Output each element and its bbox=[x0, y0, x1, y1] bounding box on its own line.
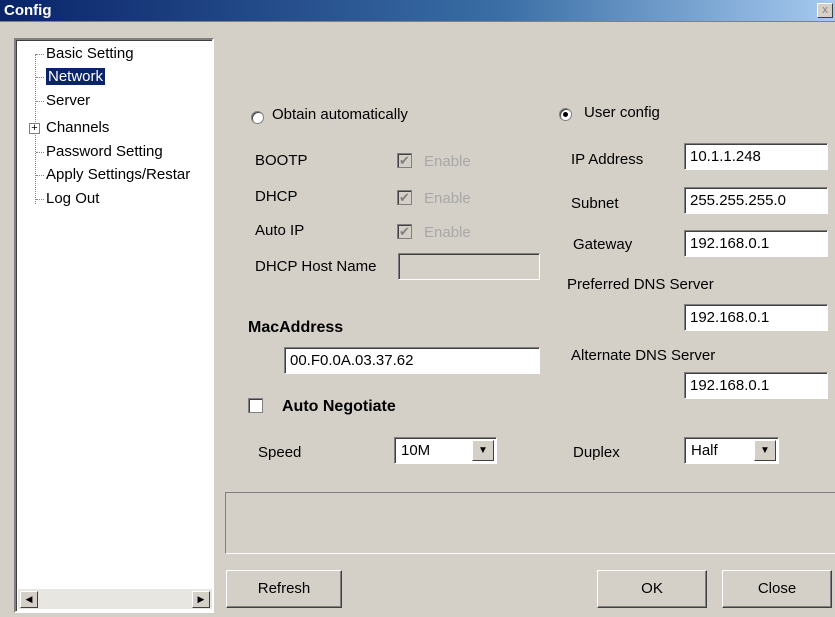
arrow-right-icon[interactable]: ▶ bbox=[192, 591, 210, 608]
duplex-value: Half bbox=[691, 442, 718, 459]
bootp-enable-label: Enable bbox=[424, 153, 471, 170]
user-config-label: User config bbox=[584, 104, 660, 121]
auto-negotiate-checkbox[interactable] bbox=[248, 398, 263, 413]
tree-item-channels[interactable]: Channels bbox=[46, 117, 109, 139]
refresh-button[interactable]: Refresh bbox=[226, 570, 342, 608]
obtain-automatically-label: Obtain automatically bbox=[272, 106, 408, 123]
dhcp-host-name-field[interactable] bbox=[398, 253, 540, 280]
dhcp-host-name-label: DHCP Host Name bbox=[255, 258, 377, 275]
navigation-tree[interactable]: + Basic Setting Network Server Channels … bbox=[14, 38, 214, 613]
tree-item-log-out[interactable]: Log Out bbox=[46, 188, 99, 210]
tree-item-server[interactable]: Server bbox=[46, 90, 90, 112]
tree-connector bbox=[36, 101, 44, 102]
dhcp-label: DHCP bbox=[255, 188, 298, 205]
duplex-label: Duplex bbox=[573, 444, 620, 461]
mac-address-heading: MacAddress bbox=[248, 319, 344, 336]
preferred-dns-field[interactable]: 192.168.0.1 bbox=[684, 304, 828, 331]
chevron-down-icon[interactable]: ▼ bbox=[754, 440, 776, 461]
speed-value: 10M bbox=[401, 442, 431, 459]
mac-address-field[interactable]: 00.F0.0A.03.37.62 bbox=[284, 347, 540, 374]
subnet-field[interactable]: 255.255.255.0 bbox=[684, 187, 828, 214]
obtain-automatically-radio[interactable] bbox=[251, 111, 264, 124]
tree-item-password-setting[interactable]: Password Setting bbox=[46, 141, 163, 163]
tree-item-label: Log Out bbox=[46, 190, 100, 207]
tree-item-basic-setting[interactable]: Basic Setting bbox=[46, 43, 134, 65]
bootp-enable-checkbox[interactable]: ✔ bbox=[397, 153, 412, 168]
expand-plus-icon[interactable]: + bbox=[29, 123, 40, 134]
auto-ip-enable-label: Enable bbox=[424, 224, 471, 241]
tree-item-label: Apply Settings/Restar bbox=[46, 166, 191, 183]
bootp-label: BOOTP bbox=[255, 152, 308, 169]
title-bar bbox=[0, 0, 835, 22]
window-title: Config bbox=[4, 2, 52, 19]
chevron-down-icon[interactable]: ▼ bbox=[472, 440, 494, 461]
tree-item-network[interactable]: Network bbox=[46, 66, 106, 88]
auto-ip-label: Auto IP bbox=[255, 222, 305, 239]
alternate-dns-label: Alternate DNS Server bbox=[571, 347, 716, 364]
auto-negotiate-label: Auto Negotiate bbox=[282, 398, 396, 415]
gateway-field[interactable]: 192.168.0.1 bbox=[684, 230, 828, 257]
tree-connector bbox=[36, 152, 44, 153]
tree-connector bbox=[36, 77, 44, 78]
subnet-label: Subnet bbox=[571, 195, 619, 212]
close-button[interactable]: Close bbox=[722, 570, 832, 608]
user-config-radio[interactable] bbox=[559, 108, 572, 121]
arrow-left-icon[interactable]: ◀ bbox=[20, 591, 38, 608]
dhcp-enable-checkbox[interactable]: ✔ bbox=[397, 190, 412, 205]
status-panel bbox=[225, 492, 835, 554]
speed-label: Speed bbox=[258, 444, 302, 461]
tree-item-label: Server bbox=[46, 92, 91, 109]
tree-item-label: Network bbox=[46, 68, 106, 85]
tree-connector bbox=[36, 54, 44, 55]
preferred-dns-label: Preferred DNS Server bbox=[567, 276, 714, 293]
horizontal-scrollbar[interactable]: ◀ ▶ bbox=[18, 589, 212, 609]
tree-connector bbox=[36, 175, 44, 176]
ok-button[interactable]: OK bbox=[597, 570, 707, 608]
close-window-icon[interactable]: x bbox=[817, 3, 833, 18]
speed-select[interactable]: 10M ▼ bbox=[394, 437, 497, 464]
ip-address-label: IP Address bbox=[571, 151, 644, 168]
tree-connector bbox=[36, 199, 44, 200]
tree-item-label: Basic Setting bbox=[46, 45, 134, 62]
alternate-dns-field[interactable]: 192.168.0.1 bbox=[684, 372, 828, 399]
auto-ip-enable-checkbox[interactable]: ✔ bbox=[397, 224, 412, 239]
tree-item-label: Password Setting bbox=[46, 143, 163, 160]
gateway-label: Gateway bbox=[573, 236, 633, 253]
ip-address-field[interactable]: 10.1.1.248 bbox=[684, 143, 828, 170]
tree-item-apply-settings[interactable]: Apply Settings/Restar bbox=[46, 164, 190, 186]
dhcp-enable-label: Enable bbox=[424, 190, 471, 207]
tree-item-label: Channels bbox=[46, 119, 110, 136]
duplex-select[interactable]: Half ▼ bbox=[684, 437, 779, 464]
